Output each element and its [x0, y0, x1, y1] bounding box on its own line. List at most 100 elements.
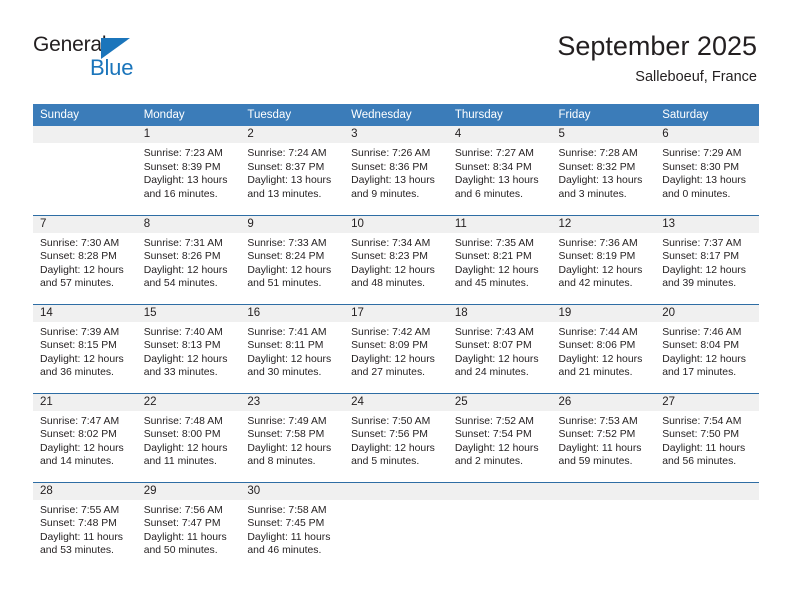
sunset-text: Sunset: 8:24 PM: [247, 251, 325, 262]
sunrise-text: Sunrise: 7:39 AM: [40, 326, 120, 338]
day-details: Sunrise: 7:31 AM Sunset: 8:26 PM Daylight:…: [137, 233, 241, 291]
calendar-day-cell[interactable]: 30 Sunrise: 7:58 AM Sunset: 7:45 PM Dayligh…: [240, 481, 345, 572]
day-cell-inner: 26 Sunrise: 7:53 AM Sunset: 7:52 PM Dayligh…: [551, 393, 656, 482]
day-cell-inner: 24 Sunrise: 7:50 AM Sunset: 7:56 PM Dayligh…: [344, 393, 448, 482]
daylight-text-line2: and 36 minutes.: [40, 367, 114, 378]
calendar-day-cell[interactable]: 14 Sunrise: 7:39 AM Sunset: 8:15 PM Dayligh…: [33, 303, 137, 393]
day-cell-inner: 17 Sunrise: 7:42 AM Sunset: 8:09 PM Dayligh…: [344, 304, 448, 393]
calendar-day-cell[interactable]: 5 Sunrise: 7:28 AM Sunset: 8:32 PM Daylight…: [551, 126, 656, 215]
page-title: September 2025: [557, 31, 757, 61]
calendar-day-cell[interactable]: 9 Sunrise: 7:33 AM Sunset: 8:24 PM Daylight…: [240, 214, 345, 304]
daylight-text-line1: Daylight: 11 hours: [662, 442, 746, 454]
day-number: 16: [240, 304, 345, 322]
day-details: Sunrise: 7:41 AM Sunset: 8:11 PM Daylight:…: [240, 322, 344, 380]
calendar-day-cell[interactable]: 18 Sunrise: 7:43 AM Sunset: 8:07 PM Dayligh…: [447, 303, 552, 393]
day-number: 8: [136, 215, 241, 233]
calendar-day-cell[interactable]: 21 Sunrise: 7:47 AM Sunset: 8:02 PM Dayligh…: [33, 392, 137, 482]
daylight-text-line2: and 51 minutes.: [247, 278, 322, 289]
calendar-day-cell[interactable]: 23 Sunrise: 7:49 AM Sunset: 7:58 PM Dayligh…: [240, 392, 345, 482]
calendar-day-cell[interactable]: 17 Sunrise: 7:42 AM Sunset: 8:09 PM Dayligh…: [344, 303, 448, 393]
calendar-day-cell[interactable]: 26 Sunrise: 7:53 AM Sunset: 7:52 PM Dayligh…: [551, 392, 656, 482]
day-cell-inner: 5 Sunrise: 7:28 AM Sunset: 8:32 PM Daylight…: [551, 126, 656, 215]
page-header: General Blue September 2025 Salleboeuf, …: [0, 0, 792, 104]
sunrise-text: Sunrise: 7:56 AM: [143, 504, 223, 516]
calendar-day-cell[interactable]: 24 Sunrise: 7:50 AM Sunset: 7:56 PM Dayligh…: [344, 392, 448, 482]
daylight-text-line1: Daylight: 12 hours: [454, 353, 539, 365]
sunset-text: Sunset: 8:34 PM: [454, 161, 532, 173]
calendar-day-cell[interactable]: 28 Sunrise: 7:55 AM Sunset: 7:48 PM Dayligh…: [33, 481, 137, 571]
day-number: 10: [344, 215, 448, 233]
sunrise-text: Sunrise: 7:29 AM: [662, 148, 742, 159]
daylight-text-line2: and 27 minutes.: [351, 367, 426, 378]
day-details: Sunrise: 7:50 AM Sunset: 7:56 PM Daylight:…: [344, 411, 448, 469]
sunrise-text: Sunrise: 7:48 AM: [143, 415, 223, 427]
day-details: Sunrise: 7:55 AM Sunset: 7:48 PM Daylight:…: [33, 500, 137, 558]
sunrise-text: Sunrise: 7:46 AM: [662, 326, 742, 338]
sunset-text: Sunset: 8:11 PM: [247, 340, 324, 351]
calendar-day-cell[interactable]: 2 Sunrise: 7:24 AM Sunset: 8:37 PM Daylight…: [240, 126, 345, 215]
brand-logo[interactable]: General Blue: [33, 33, 173, 83]
calendar-day-cell[interactable]: 16 Sunrise: 7:41 AM Sunset: 8:11 PM Dayligh…: [240, 303, 345, 393]
daylight-text-line1: Daylight: 12 hours: [247, 264, 332, 276]
day-cell-inner: 30 Sunrise: 7:58 AM Sunset: 7:45 PM Dayligh…: [240, 482, 345, 572]
calendar-day-cell[interactable]: 20 Sunrise: 7:46 AM Sunset: 8:04 PM Dayligh…: [655, 303, 759, 393]
daylight-text-line1: Daylight: 12 hours: [351, 264, 435, 276]
day-details: Sunrise: 7:26 AM Sunset: 8:36 PM Daylight:…: [344, 143, 448, 201]
calendar-day-cell[interactable]: 12 Sunrise: 7:36 AM Sunset: 8:19 PM Dayligh…: [551, 214, 656, 304]
day-number: [655, 482, 759, 500]
calendar-day-cell[interactable]: 22 Sunrise: 7:48 AM Sunset: 8:00 PM Dayligh…: [136, 392, 241, 482]
day-details: Sunrise: 7:53 AM Sunset: 7:52 PM Daylight:…: [552, 411, 656, 469]
sunrise-text: Sunrise: 7:28 AM: [558, 148, 638, 159]
calendar-day-cell[interactable]: 4 Sunrise: 7:27 AM Sunset: 8:34 PM Daylight…: [447, 126, 552, 215]
daylight-text-line2: and 2 minutes.: [454, 456, 523, 467]
sunrise-text: Sunrise: 7:52 AM: [454, 415, 534, 427]
calendar-day-cell[interactable]: 1 Sunrise: 7:23 AM Sunset: 8:39 PM Daylight…: [136, 126, 241, 215]
sunrise-text: Sunrise: 7:43 AM: [454, 326, 534, 338]
calendar-day-cell: [344, 481, 448, 571]
daylight-text-line1: Daylight: 13 hours: [558, 175, 643, 186]
sunrise-text: Sunrise: 7:36 AM: [558, 237, 638, 249]
daylight-text-line1: Daylight: 12 hours: [662, 353, 746, 365]
calendar-day-cell[interactable]: 6 Sunrise: 7:29 AM Sunset: 8:30 PM Daylight…: [655, 126, 759, 215]
daylight-text-line2: and 16 minutes.: [143, 188, 218, 200]
day-details: Sunrise: 7:44 AM Sunset: 8:06 PM Daylight:…: [552, 322, 656, 380]
day-cell-inner: [551, 482, 656, 572]
calendar-day-cell[interactable]: 13 Sunrise: 7:37 AM Sunset: 8:17 PM Dayligh…: [655, 214, 759, 304]
daylight-text-line2: and 39 minutes.: [662, 278, 737, 289]
day-details: Sunrise: 7:42 AM Sunset: 8:09 PM Daylight:…: [344, 322, 448, 380]
day-number: 5: [551, 126, 656, 143]
day-number: 20: [655, 304, 759, 322]
calendar-day-cell[interactable]: 7 Sunrise: 7:30 AM Sunset: 8:28 PM Daylight…: [33, 214, 137, 304]
day-number: [33, 126, 137, 143]
sunset-text: Sunset: 7:58 PM: [247, 429, 325, 440]
calendar-day-cell[interactable]: 8 Sunrise: 7:31 AM Sunset: 8:26 PM Daylight…: [136, 214, 241, 304]
calendar-day-cell[interactable]: 15 Sunrise: 7:40 AM Sunset: 8:13 PM Dayligh…: [136, 303, 241, 393]
calendar-day-cell[interactable]: 27 Sunrise: 7:54 AM Sunset: 7:50 PM Dayligh…: [655, 392, 759, 482]
daylight-text-line2: and 59 minutes.: [558, 456, 633, 467]
calendar-day-cell[interactable]: 3 Sunrise: 7:26 AM Sunset: 8:36 PM Daylight…: [344, 126, 448, 215]
sunset-text: Sunset: 8:28 PM: [40, 251, 117, 262]
sunset-text: Sunset: 8:09 PM: [351, 340, 428, 351]
calendar-day-cell[interactable]: 10 Sunrise: 7:34 AM Sunset: 8:23 PM Dayligh…: [344, 214, 448, 304]
calendar-day-cell[interactable]: 11 Sunrise: 7:35 AM Sunset: 8:21 PM Dayligh…: [447, 214, 552, 304]
day-details: Sunrise: 7:37 AM Sunset: 8:17 PM Daylight:…: [655, 233, 759, 291]
daylight-text-line1: Daylight: 13 hours: [247, 175, 332, 186]
calendar-day-cell[interactable]: 25 Sunrise: 7:52 AM Sunset: 7:54 PM Dayligh…: [447, 392, 552, 482]
sunset-text: Sunset: 7:56 PM: [351, 429, 428, 440]
sunrise-text: Sunrise: 7:30 AM: [40, 237, 120, 249]
weekday-header-row: Sunday Monday Tuesday Wednesday Thursday…: [33, 104, 759, 126]
day-number: 14: [33, 304, 137, 322]
sunset-text: Sunset: 7:52 PM: [558, 429, 636, 440]
day-cell-inner: [447, 482, 552, 572]
day-cell-inner: 13 Sunrise: 7:37 AM Sunset: 8:17 PM Dayligh…: [655, 215, 759, 304]
day-number: 13: [655, 215, 759, 233]
sunset-text: Sunset: 8:32 PM: [558, 161, 636, 173]
day-cell-inner: 3 Sunrise: 7:26 AM Sunset: 8:36 PM Daylight…: [344, 126, 448, 215]
day-cell-inner: [33, 126, 137, 215]
calendar-day-cell[interactable]: 19 Sunrise: 7:44 AM Sunset: 8:06 PM Dayligh…: [551, 303, 656, 393]
sunset-text: Sunset: 8:19 PM: [558, 251, 636, 262]
daylight-text-line2: and 57 minutes.: [40, 278, 114, 289]
day-details: Sunrise: 7:33 AM Sunset: 8:24 PM Daylight:…: [240, 233, 344, 291]
sunset-text: Sunset: 8:23 PM: [351, 251, 428, 262]
calendar-day-cell[interactable]: 29 Sunrise: 7:56 AM Sunset: 7:47 PM Dayligh…: [136, 481, 241, 571]
